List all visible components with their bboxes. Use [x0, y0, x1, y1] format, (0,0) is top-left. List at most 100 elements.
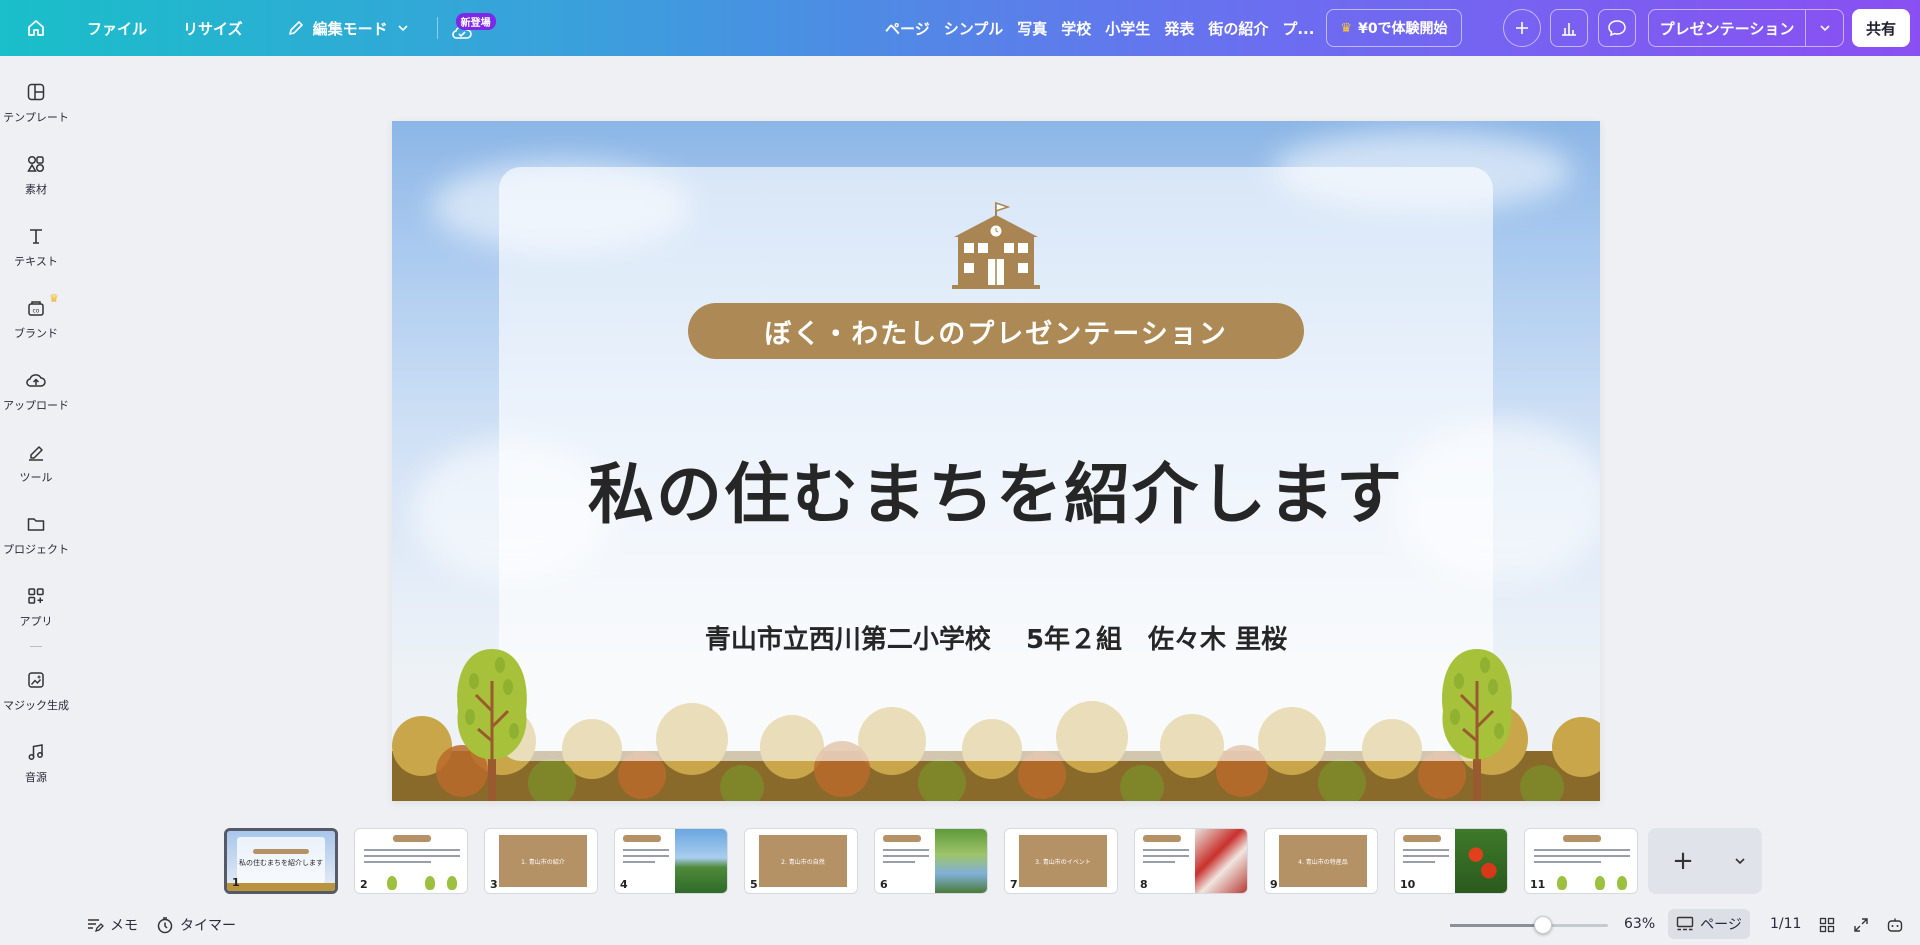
- add-collaborator-button[interactable]: [1503, 9, 1541, 47]
- bottom-bar: メモ タイマー 63% ページ 1/11: [0, 905, 1920, 945]
- sidebar-item-label: 素材: [25, 183, 47, 196]
- file-menu[interactable]: ファイル: [74, 10, 160, 47]
- home-icon: [28, 20, 44, 36]
- page-number: 7: [1010, 878, 1018, 891]
- bar-chart-icon: [1562, 23, 1576, 36]
- page-number: 3: [490, 878, 498, 891]
- sidebar-item-projects[interactable]: プロジェクト: [0, 512, 72, 557]
- school-building-icon: [952, 201, 1040, 289]
- notes-button[interactable]: メモ: [86, 915, 138, 935]
- draw-icon: [24, 440, 48, 464]
- sidebar-divider: [30, 646, 42, 647]
- thumbnail-title-tag: [1563, 835, 1601, 842]
- page-number: 5: [750, 878, 758, 891]
- page-thumbnail[interactable]: 11: [1524, 828, 1638, 894]
- share-button[interactable]: 共有: [1852, 9, 1910, 47]
- zoom-slider[interactable]: [1450, 916, 1608, 934]
- page-thumbnail[interactable]: 1. 青山市の紹介 3: [484, 828, 598, 894]
- present-options-button[interactable]: [1805, 10, 1843, 46]
- add-page-options-button[interactable]: [1718, 854, 1762, 868]
- zoom-level[interactable]: 63%: [1624, 916, 1655, 932]
- present-button[interactable]: プレゼンテーション: [1648, 9, 1844, 47]
- slide-title[interactable]: 私の住むまちを紹介します: [499, 441, 1493, 537]
- sidebar-item-label: テキスト: [14, 255, 58, 268]
- page-thumbnail[interactable]: 4. 青山市の特産品 9: [1264, 828, 1378, 894]
- keyword-tag[interactable]: 街の紹介: [1201, 18, 1275, 39]
- sidebar-item-apps[interactable]: アプリ: [0, 584, 72, 629]
- keyword-tag[interactable]: シンプル: [937, 18, 1011, 39]
- sidebar-item-elements[interactable]: 素材: [0, 152, 72, 197]
- resize-menu[interactable]: リサイズ: [170, 10, 256, 47]
- save-status-button[interactable]: 新登場: [444, 10, 496, 46]
- author-line[interactable]: 青山市立西川第二小学校 5年２組 佐々木 里桜: [499, 619, 1493, 656]
- assistant-button[interactable]: [1884, 914, 1906, 936]
- sidebar-item-brand[interactable]: ♛ co ブランド: [0, 292, 72, 341]
- crown-icon: ♛: [1340, 20, 1353, 36]
- keyword-tag[interactable]: ページ: [878, 18, 937, 39]
- page-thumbnail[interactable]: 2: [354, 828, 468, 894]
- home-button[interactable]: [18, 10, 54, 46]
- expand-icon: [1854, 918, 1868, 932]
- grid-icon: [1819, 917, 1835, 933]
- keyword-tag[interactable]: 小学生: [1098, 18, 1157, 39]
- new-badge: 新登場: [455, 13, 496, 30]
- page-thumbnail[interactable]: 10: [1394, 828, 1508, 894]
- free-trial-label: ¥0で体験開始: [1358, 21, 1448, 37]
- grid-view-button[interactable]: [1816, 914, 1838, 936]
- page-number: 11: [1530, 878, 1546, 891]
- sidebar-item-label: ブランド: [14, 327, 58, 340]
- subtitle-pill[interactable]: ぼく・わたしのプレゼンテーション: [688, 303, 1304, 359]
- divider: [436, 17, 438, 39]
- chevron-down-icon: [398, 25, 408, 32]
- thumbnail-title-tag: [393, 835, 431, 842]
- sidebar-item-templates[interactable]: テンプレート: [0, 80, 72, 125]
- edit-mode-dropdown[interactable]: 編集モード: [274, 10, 423, 47]
- sidebar-item-label: ツール: [19, 471, 53, 484]
- chevron-down-icon: [1819, 25, 1830, 32]
- keyword-tag[interactable]: 学校: [1054, 18, 1098, 39]
- sidebar-item-label: マジック生成: [3, 699, 69, 712]
- magic-icon: [24, 668, 48, 692]
- add-page-button[interactable]: +: [1648, 828, 1762, 894]
- page-thumbnail[interactable]: 6: [874, 828, 988, 894]
- page-number: 9: [1270, 878, 1278, 891]
- sidebar-item-magic-media[interactable]: マジック生成: [0, 668, 72, 713]
- crown-icon: ♛: [49, 292, 59, 305]
- template-icon: [24, 80, 48, 104]
- page-thumbnail[interactable]: 3. 青山市のイベント 7: [1004, 828, 1118, 894]
- sidebar-item-text[interactable]: テキスト: [0, 224, 72, 269]
- svg-text:co: co: [33, 308, 40, 315]
- insights-button[interactable]: [1550, 9, 1588, 47]
- keyword-tag[interactable]: 発表: [1157, 18, 1201, 39]
- pages-icon: [1676, 916, 1694, 931]
- page-counter: 1/11: [1770, 916, 1802, 932]
- sidebar-item-audio[interactable]: 音源: [0, 740, 72, 785]
- tree-icon: [1442, 649, 1512, 801]
- zoom-slider-handle[interactable]: [1534, 916, 1553, 934]
- thumbnail-title-tag: [1143, 835, 1181, 842]
- tree-icon: [457, 649, 527, 801]
- comments-button[interactable]: [1598, 9, 1636, 47]
- keyword-tag[interactable]: プ...: [1275, 18, 1321, 39]
- upload-icon: [24, 368, 48, 392]
- thumbnail-title: 3. 青山市のイベント: [1019, 835, 1107, 887]
- page-thumbnail[interactable]: 2. 青山市の自然 5: [744, 828, 858, 894]
- sidebar-item-label: 音源: [25, 771, 47, 784]
- slide-canvas[interactable]: ぼく・わたしのプレゼンテーション 私の住むまちを紹介します 青山市立西川第二小学…: [392, 121, 1600, 801]
- timer-icon: [157, 917, 173, 934]
- keyword-tag[interactable]: 写真: [1010, 18, 1054, 39]
- pages-view-button[interactable]: ページ: [1668, 909, 1750, 939]
- sidebar-item-uploads[interactable]: アップロード: [0, 368, 72, 413]
- page-number: 10: [1400, 878, 1416, 891]
- music-icon: [24, 740, 48, 764]
- fullscreen-button[interactable]: [1850, 914, 1872, 936]
- pages-label: ページ: [1700, 917, 1742, 933]
- free-trial-button[interactable]: ♛ ¥0で体験開始: [1326, 9, 1462, 47]
- page-thumbnail[interactable]: 私の住むまちを紹介します 1: [224, 828, 338, 894]
- timer-label: タイマー: [180, 918, 236, 934]
- timer-button[interactable]: タイマー: [156, 915, 236, 935]
- sidebar-item-tools[interactable]: ツール: [0, 440, 72, 485]
- page-thumbnail[interactable]: 4: [614, 828, 728, 894]
- page-thumbnail[interactable]: 8: [1134, 828, 1248, 894]
- design-keywords: ページ シンプル 写真 学校 小学生 発表 街の紹介 プ...: [878, 0, 1321, 56]
